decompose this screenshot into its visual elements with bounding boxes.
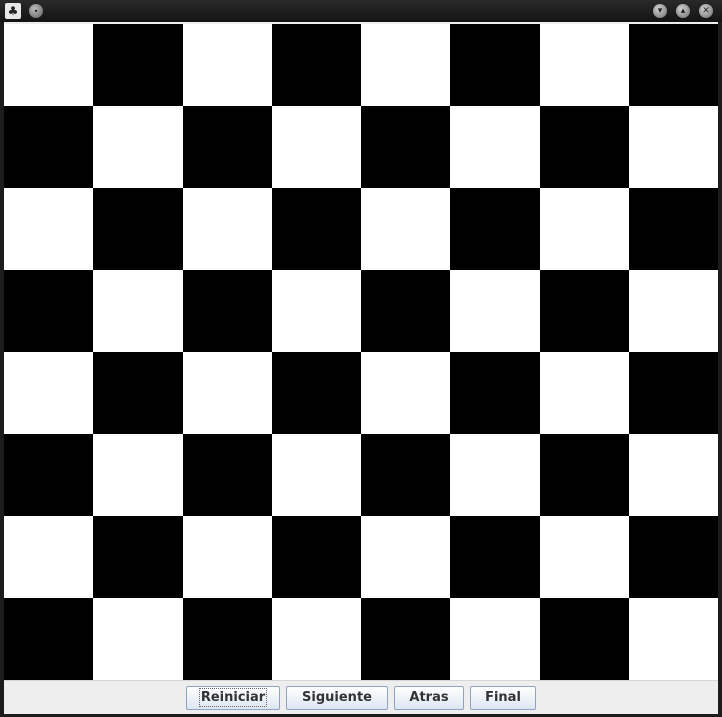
next-button-label: Siguiente (302, 690, 372, 705)
button-bar: Reiniciar Siguiente Atras Final (4, 680, 718, 714)
end-button[interactable]: Final (470, 685, 536, 710)
back-button[interactable]: Atras (394, 685, 464, 710)
board-square[interactable] (271, 516, 361, 598)
board-square[interactable] (93, 434, 183, 516)
board-square[interactable] (539, 516, 629, 598)
board-square[interactable] (628, 24, 718, 106)
restart-button[interactable]: Reiniciar (186, 685, 280, 710)
board-square[interactable] (182, 106, 272, 188)
board-square[interactable] (93, 352, 183, 434)
board-square[interactable] (4, 106, 94, 188)
board-square[interactable] (450, 24, 540, 106)
board-square[interactable] (628, 352, 718, 434)
board-square[interactable] (361, 106, 451, 188)
board-square[interactable] (628, 270, 718, 352)
board-square[interactable] (450, 352, 540, 434)
board-square[interactable] (182, 516, 272, 598)
app-icon[interactable]: ♣ (5, 3, 21, 19)
board-square[interactable] (539, 270, 629, 352)
board-square[interactable] (539, 434, 629, 516)
board-square[interactable] (361, 434, 451, 516)
board-square[interactable] (93, 24, 183, 106)
board-square[interactable] (93, 188, 183, 270)
board-square[interactable] (361, 516, 451, 598)
board-square[interactable] (539, 188, 629, 270)
board-square[interactable] (4, 516, 94, 598)
board-square[interactable] (628, 598, 718, 680)
next-button[interactable]: Siguiente (286, 685, 388, 710)
content-panel: Reiniciar Siguiente Atras Final (4, 22, 718, 714)
board-square[interactable] (628, 434, 718, 516)
board-square[interactable] (361, 598, 451, 680)
board-square[interactable] (450, 516, 540, 598)
board-square[interactable] (182, 270, 272, 352)
board-square[interactable] (182, 352, 272, 434)
board-square[interactable] (450, 598, 540, 680)
title-bar[interactable]: ♣ • ▾ ▴ ✕ (0, 0, 722, 22)
board-square[interactable] (4, 598, 94, 680)
board-square[interactable] (4, 188, 94, 270)
board-square[interactable] (271, 434, 361, 516)
board-square[interactable] (450, 106, 540, 188)
close-icon[interactable]: ✕ (699, 4, 713, 18)
board-square[interactable] (271, 598, 361, 680)
board-square[interactable] (182, 434, 272, 516)
board-square[interactable] (539, 352, 629, 434)
board-square[interactable] (271, 352, 361, 434)
app-window: ♣ • ▾ ▴ ✕ Reiniciar Siguiente Atras Fina… (0, 0, 722, 717)
board-square[interactable] (450, 188, 540, 270)
board-square[interactable] (628, 516, 718, 598)
board-square[interactable] (361, 270, 451, 352)
window-menu-icon[interactable]: • (29, 4, 43, 18)
board-square[interactable] (450, 270, 540, 352)
board-square[interactable] (4, 24, 94, 106)
end-button-label: Final (485, 690, 521, 705)
board-square[interactable] (93, 516, 183, 598)
board-square[interactable] (361, 24, 451, 106)
board-square[interactable] (271, 188, 361, 270)
maximize-icon[interactable]: ▴ (676, 4, 690, 18)
minimize-icon[interactable]: ▾ (653, 4, 667, 18)
board-square[interactable] (361, 188, 451, 270)
restart-button-label: Reiniciar (198, 688, 268, 707)
board-square[interactable] (93, 270, 183, 352)
board-square[interactable] (182, 24, 272, 106)
board-square[interactable] (628, 106, 718, 188)
board-square[interactable] (361, 352, 451, 434)
board-square[interactable] (271, 24, 361, 106)
back-button-label: Atras (409, 690, 449, 705)
board-square[interactable] (93, 106, 183, 188)
board-square[interactable] (539, 598, 629, 680)
board-square[interactable] (182, 598, 272, 680)
board-square[interactable] (539, 24, 629, 106)
board-square[interactable] (4, 352, 94, 434)
board-square[interactable] (182, 188, 272, 270)
board-square[interactable] (539, 106, 629, 188)
board-square[interactable] (271, 270, 361, 352)
board-square[interactable] (628, 188, 718, 270)
board-square[interactable] (450, 434, 540, 516)
board-square[interactable] (271, 106, 361, 188)
board-square[interactable] (93, 598, 183, 680)
board-square[interactable] (4, 270, 94, 352)
board-square[interactable] (4, 434, 94, 516)
chess-board[interactable] (4, 24, 718, 680)
